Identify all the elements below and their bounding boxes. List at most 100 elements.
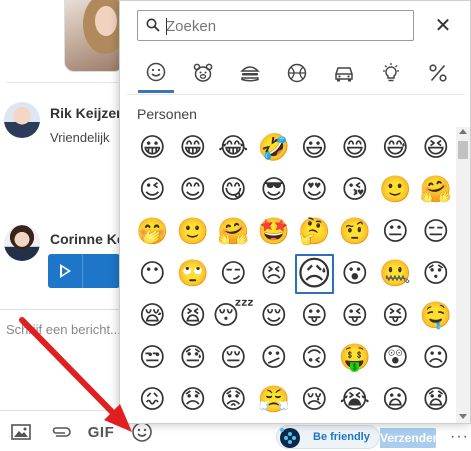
image-icon[interactable] (10, 421, 32, 443)
emoji-item[interactable]: 🤩 (254, 211, 295, 253)
emoji-item[interactable]: 🤨 (335, 211, 376, 253)
tab-travel[interactable] (326, 53, 362, 93)
emoji-item[interactable]: 😲 (375, 337, 416, 379)
emoji-item[interactable]: 😯 (416, 253, 457, 295)
emoji-item[interactable]: 😛 (294, 295, 335, 337)
emoji-item[interactable]: 😆 (416, 127, 457, 169)
emoji-item[interactable]: 🙂 (173, 211, 214, 253)
tab-objects[interactable] (373, 53, 409, 93)
emoji-item[interactable]: 😧 (416, 379, 457, 421)
emoji-item[interactable]: 😝 (375, 295, 416, 337)
avatar[interactable] (4, 225, 40, 261)
emoji-item[interactable]: 😋 (213, 169, 254, 211)
emoji-item[interactable]: 🤤 (416, 295, 457, 337)
emoji-item[interactable]: 🤔 (294, 211, 335, 253)
scroll-down-arrow-icon[interactable] (459, 414, 467, 419)
burger-icon (240, 66, 260, 82)
emoji-item[interactable]: 😊 (173, 169, 214, 211)
tab-animals[interactable] (185, 53, 221, 93)
emoji-item[interactable]: 🤗 (213, 211, 254, 253)
emoji-item[interactable]: 🤑 (335, 337, 376, 379)
emoji-item[interactable]: 🙃 (294, 337, 335, 379)
percent-icon (429, 64, 447, 82)
emoji-item[interactable]: 😉 (132, 169, 173, 211)
scroll-up-arrow-icon[interactable] (459, 129, 467, 134)
emoji-item[interactable]: 😎 (254, 169, 295, 211)
tab-symbols[interactable] (420, 53, 456, 93)
tab-activity[interactable] (279, 53, 315, 93)
emoji-item[interactable]: 😏 (213, 253, 254, 295)
message-sender[interactable]: Rik Keijzer (50, 105, 122, 121)
close-button[interactable]: ✕ (429, 11, 457, 39)
divider (82, 254, 83, 288)
emoji-item[interactable]: 😂 (213, 127, 254, 169)
emoji-item[interactable]: 😦 (375, 379, 416, 421)
message-input[interactable]: Schrijf een bericht... (6, 322, 121, 337)
emoji-item[interactable]: 😑 (416, 211, 457, 253)
emoji-item[interactable]: 😀 (132, 127, 173, 169)
tab-food[interactable] (232, 53, 268, 93)
emoji-item[interactable]: 😍 (294, 169, 335, 211)
emoji-item[interactable]: 😫 (173, 295, 214, 337)
emoji-item[interactable]: 😒 (132, 337, 173, 379)
scrollbar[interactable] (456, 127, 470, 423)
send-button[interactable]: Verzenden (380, 428, 436, 448)
tab-smileys[interactable] (138, 53, 174, 93)
emoji-item[interactable]: 😤 (254, 379, 295, 421)
befriendly-logo-icon (280, 428, 300, 448)
emoji-item[interactable]: 😥 (294, 253, 335, 295)
emoji-item[interactable]: 🤗 (416, 169, 457, 211)
search-field[interactable] (137, 10, 414, 41)
emoji-item[interactable]: 😌 (254, 295, 295, 337)
emoji-item[interactable]: 🤐 (375, 253, 416, 295)
play-icon[interactable] (60, 264, 71, 278)
search-icon (146, 18, 160, 32)
smiley-icon (146, 62, 166, 81)
emoji-item[interactable]: 😅 (375, 127, 416, 169)
emoji-item[interactable]: 😕 (254, 337, 295, 379)
befriendly-label: Be friendly (313, 431, 370, 443)
emoji-item[interactable]: 🙂 (375, 169, 416, 211)
video-attachment[interactable] (48, 254, 120, 288)
message-text: Vriendelijk (50, 130, 110, 145)
emoji-item[interactable]: 😶 (132, 253, 173, 295)
emoji-item[interactable]: 😁 (173, 127, 214, 169)
shared-photo[interactable] (64, 0, 124, 72)
emoji-item[interactable]: ☹ (416, 337, 457, 379)
emoji-grid-viewport: 😀 😁 😂 🤣 😃 😄 😅 😆 😉 😊 😋 😎 😍 😘 🙂 🤗 🤭 🙂 🤗 🤩 🤔 🤨 😐 😑 😶 🙄 😏 😣 😥 😮 🤐 😯 😪 😫 😴 😌 😛 😜 😝 🤤… (127, 127, 461, 423)
paperclip-icon[interactable] (50, 421, 72, 443)
emoji-item[interactable]: 😖 (132, 379, 173, 421)
emoji-item[interactable]: 😓 (173, 337, 214, 379)
section-title: Personen (137, 106, 197, 122)
emoji-item[interactable]: 😃 (294, 127, 335, 169)
emoji-item[interactable]: 😘 (335, 169, 376, 211)
car-icon (335, 67, 353, 82)
emoji-item[interactable]: 😣 (254, 253, 295, 295)
more-options-button[interactable]: ··· (450, 428, 469, 446)
emoji-icon[interactable] (130, 421, 154, 443)
message-sender[interactable]: Corinne Ke (50, 231, 125, 247)
emoji-item[interactable]: 😢 (294, 379, 335, 421)
befriendly-toggle[interactable]: Be friendly (276, 425, 380, 449)
emoji-item[interactable]: 😪 (132, 295, 173, 337)
emoji-item[interactable]: 😜 (335, 295, 376, 337)
divider (6, 82, 119, 83)
avatar[interactable] (4, 102, 40, 138)
emoji-item[interactable]: 😮 (335, 253, 376, 295)
emoji-item[interactable]: 😄 (335, 127, 376, 169)
emoji-item[interactable]: 😞 (173, 379, 214, 421)
text-caret (166, 18, 167, 35)
emoji-item[interactable]: 😟 (213, 379, 254, 421)
emoji-item[interactable]: 😐 (375, 211, 416, 253)
scrollbar-thumb[interactable] (458, 141, 468, 159)
emoji-item[interactable]: 😴 (212, 295, 254, 337)
search-input[interactable] (166, 15, 406, 37)
photo-face (95, 6, 117, 36)
lightbulb-icon (383, 63, 399, 82)
emoji-item[interactable]: 😔 (213, 337, 254, 379)
gif-button[interactable]: GIF (88, 421, 114, 443)
emoji-item[interactable]: 🙄 (173, 253, 214, 295)
emoji-item[interactable]: 🤣 (254, 127, 295, 169)
emoji-item[interactable]: 🤭 (132, 211, 173, 253)
emoji-item[interactable]: 😭 (335, 379, 376, 421)
